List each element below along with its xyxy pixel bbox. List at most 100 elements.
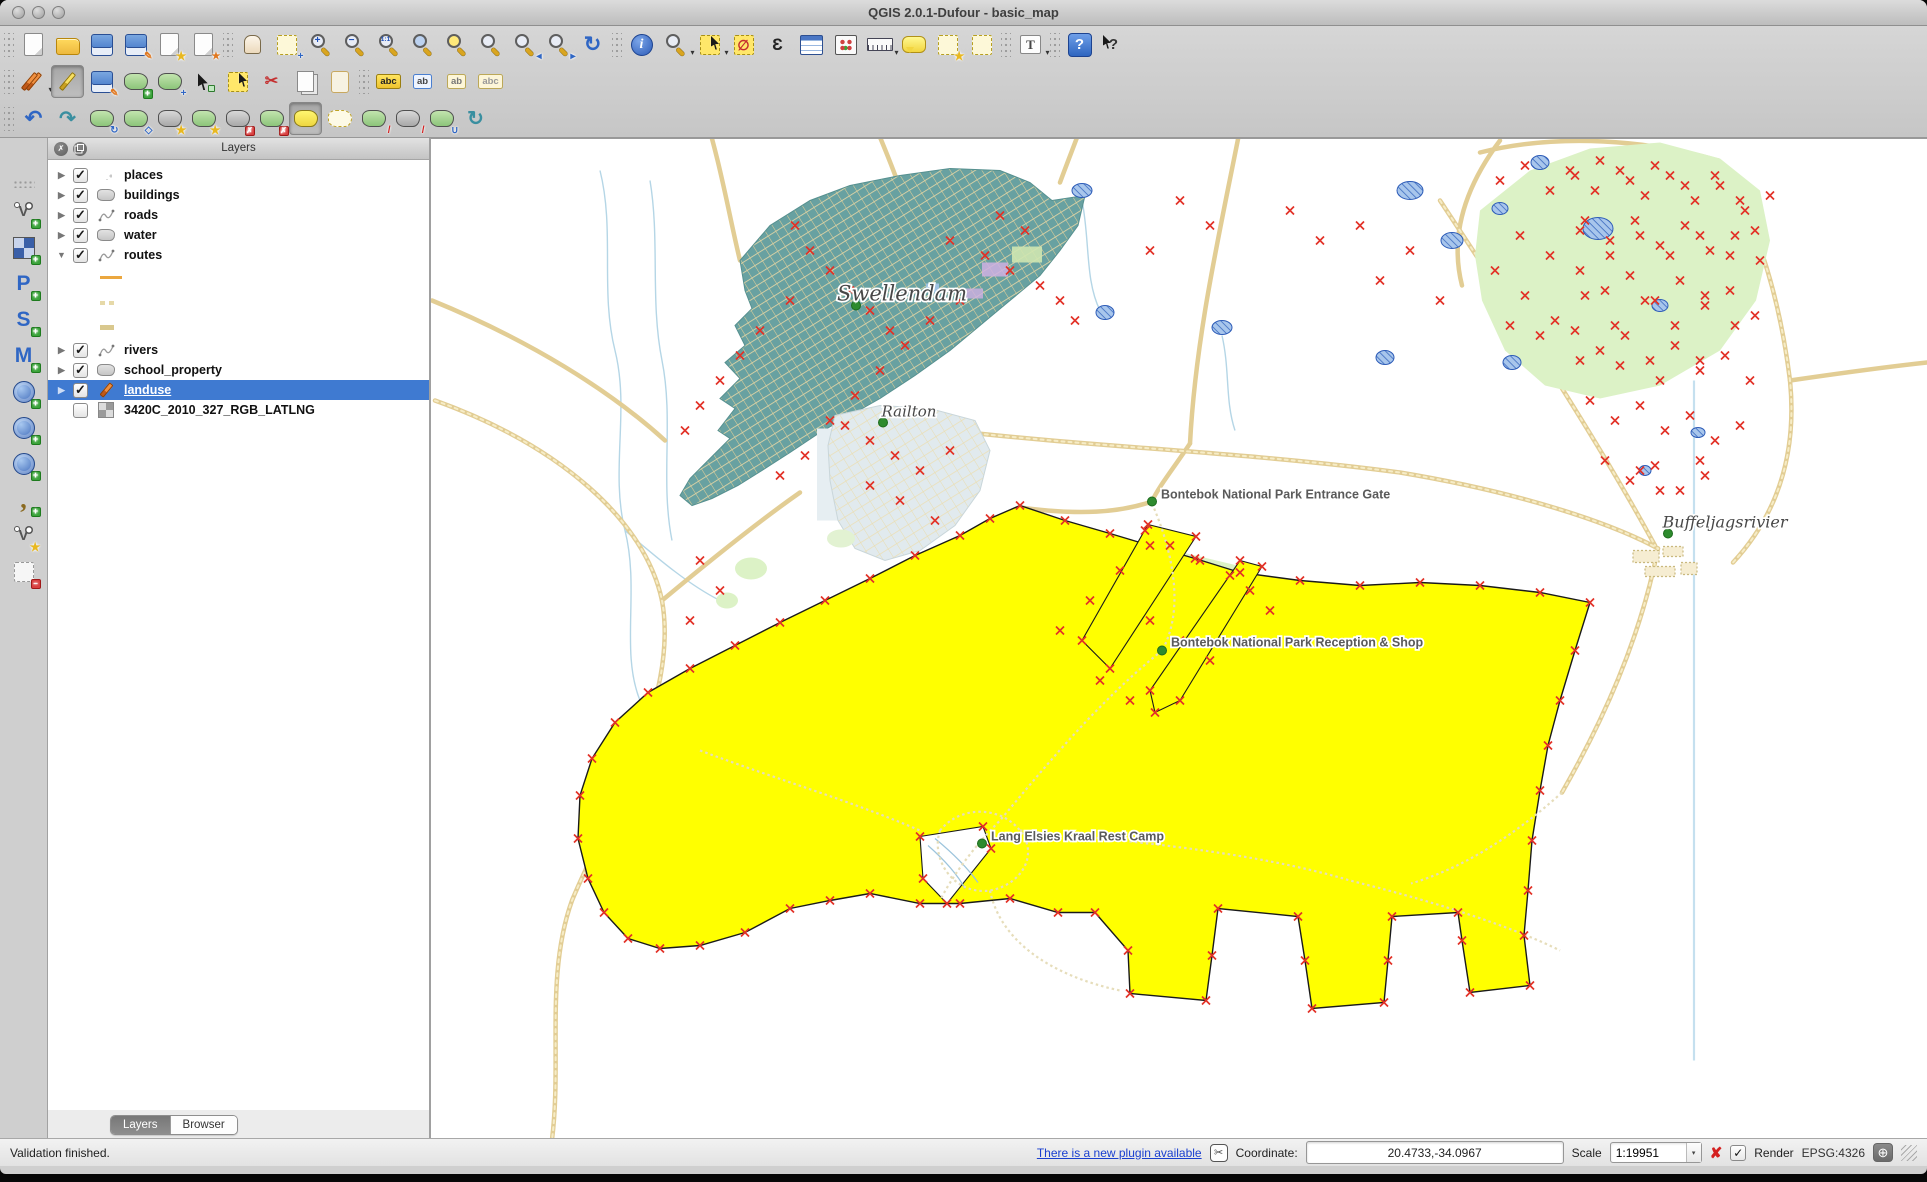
add-wfs-layer-button[interactable]: + [7, 447, 40, 480]
zoom-last-button[interactable]: ◂ [508, 28, 541, 61]
pan-map-to-selection-button[interactable]: + [270, 28, 303, 61]
open-project-button[interactable] [51, 28, 84, 61]
current-edits-button[interactable]: ▾ [17, 65, 50, 98]
delete-part-button[interactable]: ✗ [255, 102, 288, 135]
layer-item-buildings[interactable]: ▶✓buildings [48, 185, 429, 205]
layer-item-places[interactable]: ▶✓places [48, 165, 429, 185]
layer-expand-icon[interactable]: ▶ [56, 365, 67, 376]
node-tool-button[interactable] [187, 65, 220, 98]
delete-selected-button[interactable] [221, 65, 254, 98]
new-project-button[interactable] [17, 28, 50, 61]
split-features-button[interactable]: / [357, 102, 390, 135]
open-attribute-table-button[interactable] [795, 28, 828, 61]
layer-expand-icon[interactable]: ▶ [56, 345, 67, 356]
pin-labels-button[interactable]: ab [406, 65, 439, 98]
plugin-icon[interactable]: ✂ [1210, 1144, 1228, 1162]
select-features-button[interactable]: ▾ [693, 28, 726, 61]
undo-button[interactable]: ↶ [17, 102, 50, 135]
deselect-features-button[interactable]: ∅ [727, 28, 760, 61]
stop-rendering-icon[interactable]: ✘ [1710, 1144, 1723, 1162]
panel-float-button[interactable] [73, 142, 87, 156]
layer-expand-icon[interactable]: ▶ [56, 385, 67, 396]
select-by-expression-button[interactable]: Ɛ [761, 28, 794, 61]
zoom-out-button[interactable]: − [338, 28, 371, 61]
layer-item-water[interactable]: ▶✓water [48, 225, 429, 245]
cut-features-button[interactable]: ✂ [255, 65, 288, 98]
text-annotation-button[interactable]: T▾ [1014, 28, 1047, 61]
new-print-composer-button[interactable]: ★ [153, 28, 186, 61]
layer-item-school_property[interactable]: ▶✓school_property [48, 360, 429, 380]
crs-status-icon[interactable]: ⊕ [1873, 1143, 1893, 1162]
layer-visibility-checkbox[interactable]: ✓ [73, 208, 88, 223]
delete-ring-button[interactable]: ✗ [221, 102, 254, 135]
show-bookmarks-button[interactable] [965, 28, 998, 61]
zoom-to-layer-button[interactable] [474, 28, 507, 61]
move-feature-button[interactable]: + [153, 65, 186, 98]
measure-button[interactable]: ▾ [863, 28, 896, 61]
offset-curve-button[interactable] [323, 102, 356, 135]
pan-map-button[interactable] [236, 28, 269, 61]
highlight-pinned-labels-button[interactable]: ab [440, 65, 473, 98]
layer-expand-icon[interactable]: ▼ [56, 250, 67, 260]
layer-visibility-checkbox[interactable]: ✓ [73, 343, 88, 358]
zoom-window-button[interactable] [52, 6, 65, 19]
layer-style-item[interactable] [48, 290, 429, 315]
coordinate-input[interactable] [1306, 1141, 1564, 1164]
layer-item-routes[interactable]: ▼✓routes [48, 245, 429, 265]
add-raster-layer-button[interactable]: + [7, 231, 40, 264]
layer-visibility-checkbox[interactable]: ✓ [73, 383, 88, 398]
field-calculator-button[interactable] [829, 28, 862, 61]
layer-item-roads[interactable]: ▶✓roads [48, 205, 429, 225]
save-layer-edits-button[interactable]: ✎ [85, 65, 118, 98]
layer-style-item[interactable] [48, 315, 429, 340]
resize-grip[interactable] [1901, 1145, 1917, 1161]
render-checkbox[interactable]: ✓ [1730, 1145, 1746, 1161]
layer-visibility-checkbox[interactable]: ✓ [73, 248, 88, 263]
add-mssql-layer-button[interactable]: M+ [7, 339, 40, 372]
help-contents-button[interactable]: ? [1063, 28, 1096, 61]
add-postgis-layer-button[interactable]: P+ [7, 267, 40, 300]
add-ring-button[interactable]: ★ [153, 102, 186, 135]
add-part-button[interactable]: ★ [187, 102, 220, 135]
add-delimited-text-layer-button[interactable]: ,+ [7, 483, 40, 516]
layer-visibility-checkbox[interactable]: ✓ [73, 168, 88, 183]
scale-dropdown-icon[interactable]: ▾ [1686, 1143, 1701, 1162]
layer-expand-icon[interactable]: ▶ [56, 190, 67, 201]
toolbar-grip[interactable] [4, 33, 14, 57]
reshape-features-button[interactable] [289, 102, 322, 135]
split-parts-button[interactable]: / [391, 102, 424, 135]
scale-input[interactable] [1611, 1145, 1686, 1161]
layer-expand-icon[interactable]: ▶ [56, 170, 67, 181]
remove-layer-button[interactable]: − [7, 555, 40, 588]
layer-item-landuse[interactable]: ▶✓landuse [48, 380, 429, 400]
layer-item-3420C_2010_327_RGB_LATLNG[interactable]: 3420C_2010_327_RGB_LATLNG [48, 400, 429, 420]
zoom-native-resolution-button[interactable]: 1:1 [372, 28, 405, 61]
save-project-button[interactable] [85, 28, 118, 61]
new-bookmark-button[interactable]: ★ [931, 28, 964, 61]
layer-expand-icon[interactable]: ▶ [56, 230, 67, 241]
layer-visibility-checkbox[interactable]: ✓ [73, 188, 88, 203]
add-oracle-layer-button[interactable]: + [7, 375, 40, 408]
move-label-button[interactable]: abc [474, 65, 507, 98]
zoom-full-button[interactable] [406, 28, 439, 61]
layer-expand-icon[interactable]: ▶ [56, 210, 67, 221]
map-tips-button[interactable] [897, 28, 930, 61]
plugin-link[interactable]: There is a new plugin available [1037, 1146, 1202, 1160]
toolbar-grip[interactable] [4, 70, 14, 94]
zoom-to-selection-button[interactable] [440, 28, 473, 61]
scale-combo[interactable]: ▾ [1610, 1142, 1702, 1163]
title-bar[interactable]: QGIS 2.0.1-Dufour - basic_map [0, 0, 1927, 26]
add-vector-layer-button[interactable]: V+ [7, 195, 40, 228]
refresh-map-button[interactable]: ↻ [576, 28, 609, 61]
save-project-as-button[interactable]: ✎ [119, 28, 152, 61]
redo-button[interactable]: ↷ [51, 102, 84, 135]
panel-close-button[interactable]: ✗ [54, 142, 68, 156]
new-shapefile-layer-button[interactable]: V★ [7, 519, 40, 552]
add-spatialite-layer-button[interactable]: S+ [7, 303, 40, 336]
zoom-next-button[interactable]: ▸ [542, 28, 575, 61]
tab-browser[interactable]: Browser [170, 1116, 237, 1134]
whats-this-button[interactable]: ? [1097, 28, 1130, 61]
toggle-editing-button[interactable] [51, 65, 84, 98]
layer-visibility-checkbox[interactable]: ✓ [73, 228, 88, 243]
rotate-point-symbols-button[interactable]: ↻ [459, 102, 492, 135]
